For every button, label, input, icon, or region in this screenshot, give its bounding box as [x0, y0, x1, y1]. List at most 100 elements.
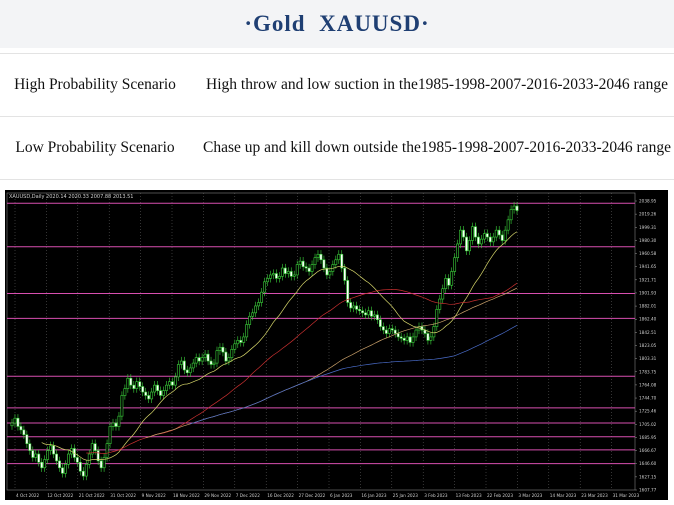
candle-body	[337, 253, 341, 261]
candle-body	[283, 267, 287, 274]
candle-body	[43, 459, 47, 469]
x-tick-label: 18 Nov 2022	[173, 493, 200, 498]
candle-body	[254, 305, 258, 314]
candle-body	[384, 329, 388, 334]
x-tick-label: 6 Jan 2023	[330, 493, 353, 498]
candle-body	[105, 443, 109, 458]
y-tick-label: 1725.46	[639, 409, 657, 414]
candle-body	[87, 453, 91, 465]
y-tick-label: 1901.93	[639, 290, 657, 295]
scenario-label: High Probability Scenario	[0, 53, 192, 117]
y-tick-label: 1921.71	[639, 277, 657, 282]
candle-body	[456, 243, 460, 259]
candle-body	[355, 305, 359, 310]
candle-body	[429, 336, 433, 341]
candle-body	[390, 328, 394, 331]
scenario-text: Chase up and kill down outside the1985-1…	[192, 116, 674, 180]
x-tick-label: 14 Mar 2023	[550, 493, 577, 498]
candle-body	[304, 266, 308, 269]
candle-body	[450, 271, 454, 286]
candle-body	[203, 353, 207, 358]
candle-body	[206, 353, 210, 362]
candle-body	[322, 259, 326, 269]
candle-body	[352, 305, 356, 309]
candle-body	[364, 312, 367, 316]
candle-body	[16, 417, 20, 427]
candle-body	[503, 229, 507, 241]
candle-body	[191, 362, 195, 369]
y-tick-label: 1803.31	[639, 356, 657, 361]
candle-body	[316, 253, 320, 259]
candle-body	[209, 360, 213, 365]
candle-body	[52, 445, 55, 455]
x-tick-label: 3 Feb 2023	[424, 493, 448, 498]
candle-body	[64, 464, 67, 474]
x-tick-label: 7 Dec 2022	[236, 493, 260, 498]
candle-body	[179, 360, 183, 365]
candle-body	[274, 273, 278, 279]
candle-body	[75, 457, 79, 463]
candle-body	[61, 467, 64, 474]
candle-body	[459, 229, 462, 245]
candle-body	[465, 236, 468, 252]
candle-body	[185, 369, 189, 374]
page-title: ·Gold XAUUSD·	[0, 0, 674, 48]
candle-body	[477, 236, 480, 245]
candle-body	[200, 357, 204, 362]
candle-body	[13, 417, 17, 424]
candle-body	[84, 464, 88, 477]
x-tick-label: 13 Feb 2023	[456, 493, 482, 498]
candle-body	[488, 236, 492, 243]
scenario-label: Low Probability Scenario	[0, 116, 192, 180]
candle-body	[67, 453, 70, 465]
candle-body	[408, 336, 412, 343]
candle-body	[393, 329, 397, 334]
y-tick-label: 1823.05	[639, 343, 657, 348]
candle-body	[358, 309, 361, 312]
candle-body	[34, 453, 38, 458]
candle-body	[491, 236, 495, 243]
candle-body	[280, 267, 284, 277]
candle-body	[173, 376, 177, 386]
table-row: Low Probability Scenario Chase up and ki…	[0, 116, 674, 180]
candle-body	[212, 362, 216, 365]
candle-body	[399, 336, 403, 339]
candle-body	[343, 267, 347, 281]
candle-body	[248, 315, 252, 325]
candle-body	[46, 450, 50, 460]
table-row: High Probability Scenario High throw and…	[0, 53, 674, 117]
candle-body	[272, 273, 275, 276]
candle-body	[25, 434, 29, 444]
x-tick-label: 29 Nov 2022	[204, 493, 231, 498]
chart-header: XAUUSD,Daily 2020.14 2020.33 2007.88 201…	[9, 194, 134, 200]
candle-body	[435, 309, 439, 327]
y-tick-label: 1783.75	[639, 369, 657, 374]
candle-body	[176, 364, 180, 378]
candle-body	[405, 336, 409, 341]
y-tick-label: 2019.26	[639, 212, 657, 217]
candle-body	[334, 259, 338, 265]
candle-body	[162, 390, 165, 396]
candle-body	[171, 381, 174, 386]
candle-body	[295, 264, 299, 276]
candle-body	[19, 426, 23, 431]
x-tick-label: 25 Jan 2023	[393, 493, 418, 498]
candle-body	[512, 205, 516, 210]
y-tick-label: 1764.08	[639, 382, 657, 387]
y-tick-label: 1685.95	[639, 435, 657, 440]
candle-body	[453, 257, 457, 272]
candle-body	[126, 377, 130, 389]
candle-body	[263, 281, 266, 293]
candle-body	[269, 274, 272, 279]
candle-body	[37, 453, 41, 463]
ma-line-150	[190, 324, 518, 425]
candle-body	[509, 209, 513, 221]
candle-body	[381, 326, 385, 331]
candle-body	[426, 333, 430, 341]
y-tick-label: 1607.77	[639, 488, 657, 493]
plot-border	[6, 192, 636, 491]
price-chart: XAUUSD,Daily 2020.14 2020.33 2007.88 201…	[5, 190, 668, 500]
candle-body	[444, 278, 448, 290]
x-tick-label: 4 Oct 2022	[16, 493, 40, 498]
candle-body	[328, 271, 332, 276]
